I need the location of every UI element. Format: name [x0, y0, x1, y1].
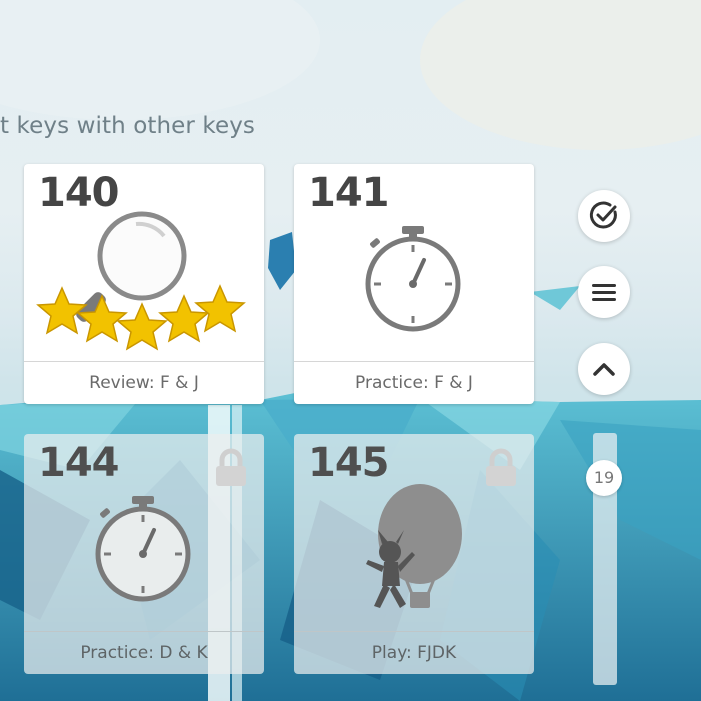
scroll-position-indicator[interactable]: 19	[586, 460, 622, 496]
lesson-card-144[interactable]: 144 Practice: D & K	[24, 434, 264, 674]
lesson-card-145[interactable]: 145 Play: FJDK	[294, 434, 534, 674]
lesson-label: Review: F & J	[24, 361, 264, 404]
lesson-card-140[interactable]: 140 Review: F & J	[24, 164, 264, 404]
lesson-label: Practice: F & J	[294, 361, 534, 404]
chevron-up-icon	[593, 363, 615, 376]
hamburger-menu-icon	[592, 284, 616, 301]
check-circle-icon	[589, 201, 617, 229]
magnifier-stars-icon	[36, 211, 246, 351]
scroll-up-button[interactable]	[578, 343, 630, 395]
balloon-character-icon	[366, 484, 462, 608]
lesson-label: Practice: D & K	[24, 631, 264, 674]
stopwatch-icon	[365, 226, 461, 332]
lesson-label: Play: FJDK	[294, 631, 534, 674]
stopwatch-icon	[95, 496, 191, 602]
progress-button[interactable]	[578, 190, 630, 242]
lesson-card-141[interactable]: 141 Practice: F & J	[294, 164, 534, 404]
menu-button[interactable]	[578, 266, 630, 318]
lesson-heading: t keys with other keys	[0, 113, 256, 139]
